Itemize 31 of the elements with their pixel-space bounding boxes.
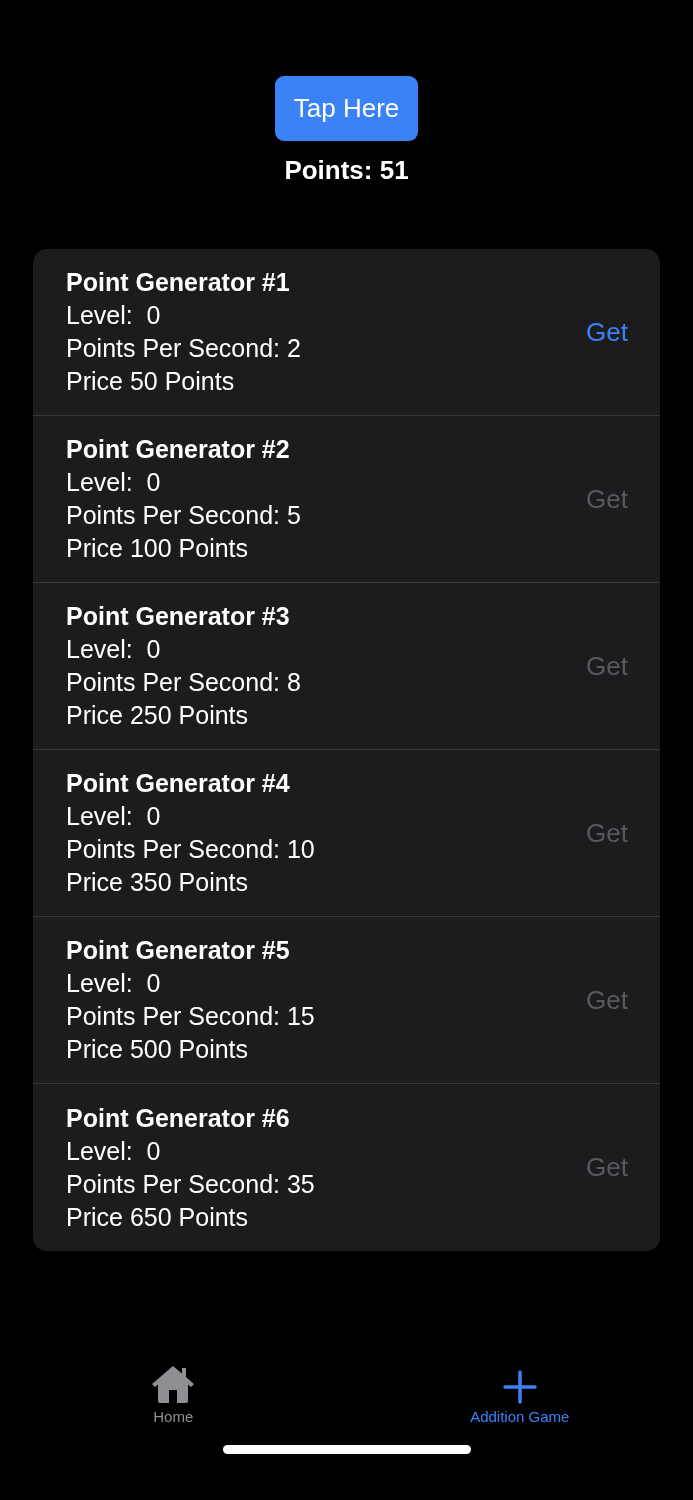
points-counter: Points: 51 [284,155,409,185]
get-button[interactable]: Get [586,316,628,348]
generator-price: Price 50 Points [66,366,236,397]
generator-level: Level: 0 [66,968,162,999]
generator-rate: Points Per Second: 5 [66,500,302,531]
generator-title: Point Generator #5 [66,935,291,966]
generator-price: Price 250 Points [66,700,250,731]
generator-title: Point Generator #4 [66,768,291,799]
generator-title: Point Generator #2 [66,434,291,465]
generator-level: Level: 0 [66,300,162,331]
generator-level: Level: 0 [66,467,162,498]
generator-title: Point Generator #3 [66,601,291,632]
generator-rate: Points Per Second: 15 [66,1001,316,1032]
generator-level: Level: 0 [66,801,162,832]
generator-rate: Points Per Second: 10 [66,834,316,865]
generator-level: Level: 0 [66,1135,162,1167]
home-icon [150,1364,197,1404]
generator-price: Price 650 Points [66,1201,250,1233]
generator-level: Level: 0 [66,634,162,665]
tab-item[interactable]: Home [0,1363,347,1425]
generator-price: Price 350 Points [66,867,250,898]
tap-here-button[interactable]: Tap Here [275,76,418,141]
generator-rate: Points Per Second: 8 [66,667,302,698]
generator-price: Price 100 Points [66,533,250,564]
tab-item[interactable]: Addition Game [346,1363,693,1425]
generator-rate: Points Per Second: 2 [66,333,302,364]
generator-price: Price 500 Points [66,1034,250,1065]
generator-rate: Points Per Second: 35 [66,1168,316,1200]
generator-title: Point Generator #6 [66,1102,291,1134]
generator-title: Point Generator #1 [66,267,291,298]
plus-icon [502,1370,537,1404]
